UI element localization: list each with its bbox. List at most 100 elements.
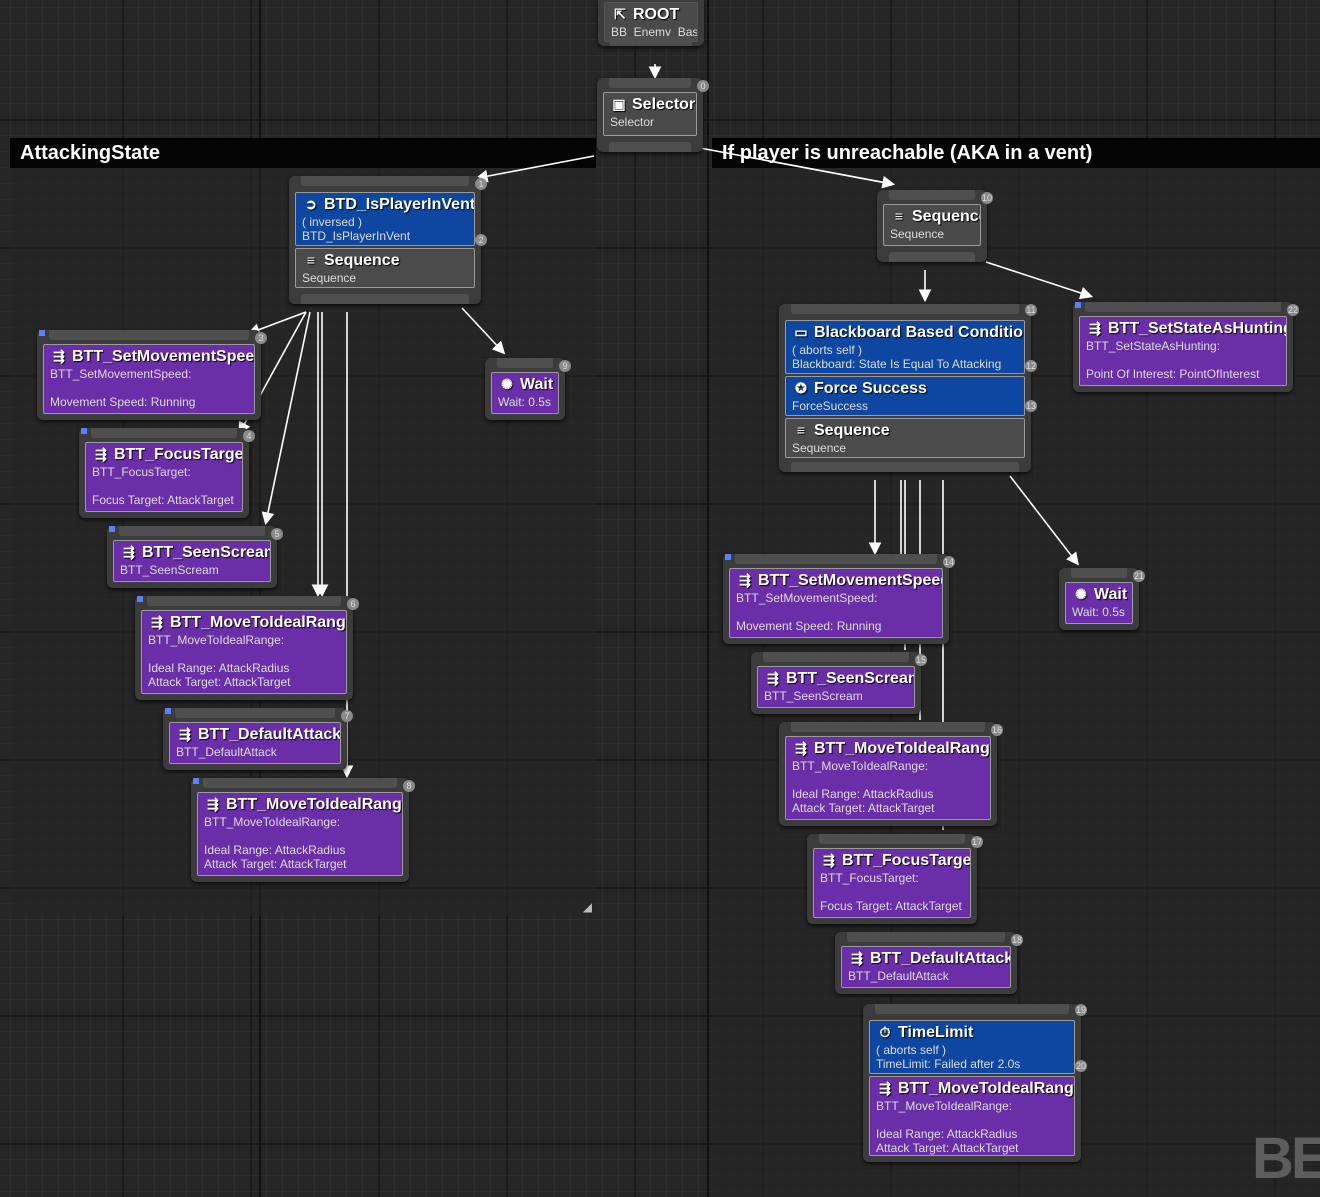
root-node[interactable]: ⇱ ROOT BB_Enemy_Base bbox=[598, 0, 704, 46]
task-node[interactable]: ⇶ BTT_SeenScream BTT_SeenScream 5 bbox=[107, 526, 283, 588]
timelimit-task-node[interactable]: ⏱ TimeLimit ( aborts self ) TimeLimit: Fa… bbox=[863, 1004, 1087, 1162]
selector-icon: ▣ bbox=[612, 96, 626, 112]
output-pin[interactable] bbox=[791, 462, 1019, 472]
input-pin[interactable] bbox=[203, 778, 397, 788]
execution-index: 6 bbox=[347, 598, 359, 610]
task-info: BTT_SetMovementSpeed: bbox=[50, 367, 192, 381]
task-node[interactable]: ⇶ BTT_MoveToIdealRange BTT_MoveToIdealRan… bbox=[191, 778, 415, 882]
decorator-info: ForceSuccess bbox=[792, 399, 869, 413]
task-node[interactable]: ⇶ BTT_FocusTarget BTT_FocusTarget: Focus … bbox=[807, 834, 983, 924]
task-icon: ⇶ bbox=[795, 740, 807, 756]
input-pin[interactable] bbox=[1071, 568, 1127, 578]
node-subtitle: Selector bbox=[610, 115, 655, 129]
task-icon: ⇶ bbox=[123, 544, 135, 560]
node-title: Blackboard Based Condition bbox=[814, 324, 1025, 341]
task-node[interactable]: ⇶ BTT_SetMovementSpeed BTT_SetMovementSpe… bbox=[37, 330, 267, 420]
task-info: Movement Speed: Running bbox=[736, 619, 882, 633]
task-info bbox=[792, 773, 984, 787]
task-info: BTT_MoveToIdealRange: bbox=[148, 633, 285, 647]
sequence-node-attacking[interactable]: ➲ BTD_IsPlayerInVent ( inversed ) BTD_IsP… bbox=[289, 176, 487, 304]
execution-index: 5 bbox=[271, 528, 283, 540]
wait-node[interactable]: ✺ Wait Wait: 0.5s 9 bbox=[485, 358, 571, 420]
input-pin[interactable] bbox=[147, 596, 341, 606]
input-pin[interactable] bbox=[175, 708, 335, 718]
decorator-info: ( inversed ) bbox=[302, 215, 363, 229]
node-title: BTT_MoveToIdealRange bbox=[226, 796, 403, 813]
task-info: BTT_SeenScream bbox=[120, 563, 219, 577]
wire bbox=[1009, 475, 1079, 566]
output-pin[interactable] bbox=[609, 142, 691, 152]
task-node[interactable]: ⇶ BTT_SetStateAsHunting BTT_SetStateAsHun… bbox=[1073, 302, 1299, 392]
input-pin[interactable] bbox=[609, 78, 691, 88]
task-node[interactable]: ⇶ BTT_DefaultAttack BTT_DefaultAttack 18 bbox=[835, 932, 1023, 994]
breakpoint-marker bbox=[193, 778, 199, 784]
input-pin[interactable] bbox=[791, 304, 1019, 314]
output-pin[interactable] bbox=[889, 252, 975, 262]
task-icon: ⇶ bbox=[1089, 320, 1101, 336]
task-node[interactable]: ⇶ BTT_DefaultAttack BTT_DefaultAttack 7 bbox=[163, 708, 353, 770]
watermark: BE bbox=[1252, 1126, 1320, 1191]
execution-index: 11 bbox=[1025, 304, 1037, 316]
input-pin[interactable] bbox=[1085, 302, 1281, 312]
input-pin[interactable] bbox=[819, 834, 965, 844]
task-node[interactable]: ⇶ BTT_MoveToIdealRange BTT_MoveToIdealRan… bbox=[135, 596, 359, 700]
input-pin[interactable] bbox=[301, 176, 469, 186]
node-title: Wait bbox=[520, 376, 554, 393]
input-pin[interactable] bbox=[763, 652, 909, 662]
task-info bbox=[50, 381, 248, 395]
node-title: ROOT bbox=[633, 6, 680, 23]
input-pin[interactable] bbox=[735, 554, 937, 564]
input-pin[interactable] bbox=[91, 428, 237, 438]
task-info: Focus Target: AttackTarget bbox=[820, 899, 962, 913]
sequence-node-unreachable[interactable]: ≡ Sequence Sequence 10 bbox=[877, 190, 993, 262]
task-info: Wait: 0.5s bbox=[498, 395, 551, 409]
sequence-icon: ≡ bbox=[306, 252, 316, 268]
breakpoint-marker bbox=[39, 330, 45, 336]
node-title: BTT_MoveToIdealRange bbox=[814, 740, 991, 757]
task-node[interactable]: ⇶ BTT_SeenScream BTT_SeenScream 15 bbox=[751, 652, 927, 714]
input-pin[interactable] bbox=[119, 526, 265, 536]
task-info bbox=[820, 885, 964, 899]
decorator-info: BTD_IsPlayerInVent bbox=[302, 229, 411, 243]
input-pin[interactable] bbox=[497, 358, 553, 368]
execution-index: 12 bbox=[1025, 360, 1037, 372]
task-info: BTT_MoveToIdealRange: bbox=[204, 815, 341, 829]
task-info bbox=[736, 605, 936, 619]
task-info: Ideal Range: AttackRadius bbox=[204, 843, 346, 857]
task-info: Movement Speed: Running bbox=[50, 395, 196, 409]
breakpoint-marker bbox=[109, 526, 115, 532]
task-node[interactable]: ⇶ BTT_SetMovementSpeed BTT_SetMovementSpe… bbox=[723, 554, 955, 644]
execution-index: 13 bbox=[1025, 400, 1037, 412]
task-info: Ideal Range: AttackRadius bbox=[792, 787, 934, 801]
input-pin[interactable] bbox=[875, 1004, 1069, 1014]
wire bbox=[461, 307, 506, 355]
task-info: BTT_DefaultAttack bbox=[176, 745, 277, 759]
task-info: Focus Target: AttackTarget bbox=[92, 493, 234, 507]
decorator-info: ( aborts self ) bbox=[792, 343, 863, 357]
task-node[interactable]: ⇶ BTT_MoveToIdealRange BTT_MoveToIdealRan… bbox=[779, 722, 1003, 826]
input-pin[interactable] bbox=[847, 932, 1005, 942]
input-pin[interactable] bbox=[49, 330, 249, 340]
input-pin[interactable] bbox=[889, 190, 975, 200]
node-subtitle: Sequence bbox=[890, 227, 945, 241]
node-subtitle: Sequence bbox=[792, 441, 847, 455]
selector-node[interactable]: ▣ Selector Selector 0 bbox=[597, 78, 709, 152]
wait-node[interactable]: ✺ Wait Wait: 0.5s 21 bbox=[1059, 568, 1145, 630]
task-info: BTT_SeenScream bbox=[764, 689, 863, 703]
task-info: Attack Target: AttackTarget bbox=[204, 857, 347, 871]
blackboard-sequence-node[interactable]: ▭ Blackboard Based Condition ( aborts sel… bbox=[779, 304, 1037, 472]
input-pin[interactable] bbox=[791, 722, 985, 732]
breakpoint-marker bbox=[725, 554, 731, 560]
task-info bbox=[204, 829, 396, 843]
task-info: BTT_DefaultAttack bbox=[848, 969, 949, 983]
output-pin[interactable] bbox=[301, 294, 469, 304]
task-node[interactable]: ⇶ BTT_FocusTarget BTT_FocusTarget: Focus … bbox=[79, 428, 255, 518]
decorator-info: TimeLimit: Failed after 2.0s bbox=[876, 1057, 1021, 1071]
wait-icon: ✺ bbox=[501, 376, 513, 392]
execution-index: 0 bbox=[697, 80, 709, 92]
node-title: Sequence bbox=[912, 208, 981, 225]
output-pin[interactable] bbox=[610, 36, 692, 46]
decorator-icon: ➲ bbox=[305, 196, 317, 212]
breakpoint-marker bbox=[1075, 302, 1081, 308]
execution-index: 3 bbox=[255, 332, 267, 344]
